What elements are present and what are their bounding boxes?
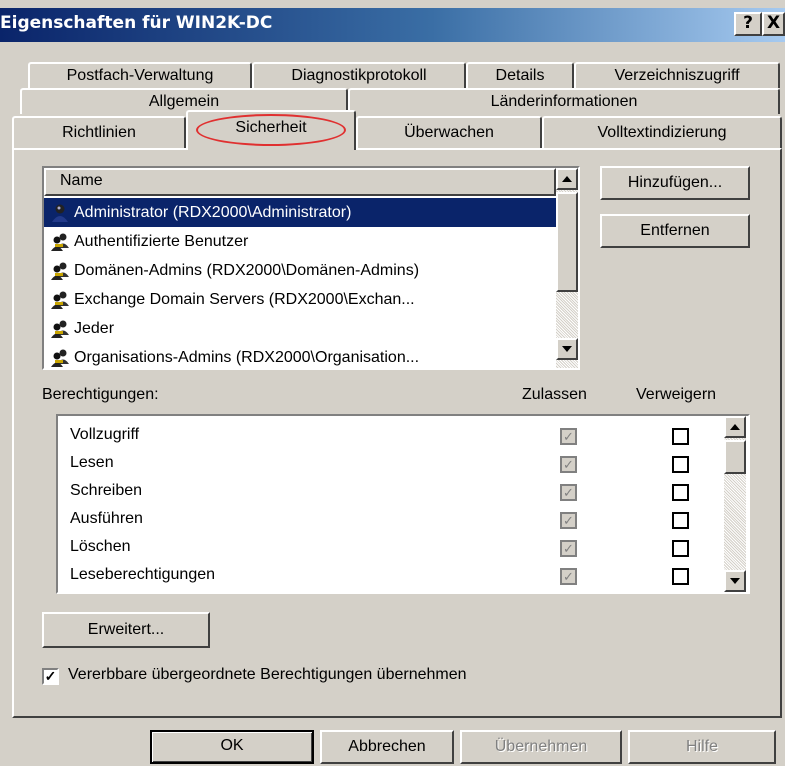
tab-details[interactable]: Details: [466, 62, 574, 88]
remove-button[interactable]: Entfernen: [600, 214, 750, 248]
deny-checkbox[interactable]: [672, 484, 689, 501]
user-name: Exchange Domain Servers (RDX2000\Exchan.…: [74, 291, 415, 308]
help-title-button[interactable]: ?: [734, 12, 762, 36]
allow-header: Zulassen: [522, 386, 587, 403]
tab-volltextindizierung[interactable]: Volltextindizierung: [542, 116, 782, 148]
scroll-down-button[interactable]: [556, 338, 578, 360]
allow-checkbox[interactable]: ✓: [560, 568, 577, 585]
permission-label: Löschen: [70, 538, 131, 555]
arrow-down-icon: [562, 346, 572, 352]
user-list-item[interactable]: Authentifizierte Benutzer: [44, 227, 556, 256]
allow-checkbox[interactable]: ✓: [560, 484, 577, 501]
user-listbox[interactable]: Name Administrator (RDX2000\Administrato…: [42, 166, 580, 370]
user-name: Administrator (RDX2000\Administrator): [74, 204, 352, 221]
user-name: Authentifizierte Benutzer: [74, 233, 249, 250]
user-icon: [50, 203, 70, 223]
deny-checkbox[interactable]: [672, 428, 689, 445]
group-icon: [50, 319, 70, 339]
permissions-scrollbar[interactable]: [724, 416, 746, 592]
tab-diagnostikprotokoll[interactable]: Diagnostikprotokoll: [252, 62, 466, 88]
tab-richtlinien[interactable]: Richtlinien: [12, 116, 186, 148]
permission-label: Vollzugriff: [70, 426, 140, 443]
tab-laenderinformationen[interactable]: Länderinformationen: [348, 88, 780, 114]
permission-label: Leseberechtigungen: [70, 566, 216, 583]
arrow-up-icon: [730, 424, 740, 430]
permission-label: Schreiben: [70, 482, 143, 499]
tab-ueberwachen[interactable]: Überwachen: [356, 116, 542, 148]
allow-checkbox[interactable]: ✓: [560, 456, 577, 473]
add-button[interactable]: Hinzufügen...: [600, 166, 750, 200]
permissions-list: Vollzugriff ✓ Lesen ✓ Schreiben ✓ Ausführen ✓ Lö…: [58, 422, 718, 592]
inherit-label: Vererbbare übergeordnete Berechtigungen …: [68, 666, 467, 683]
group-icon: [50, 290, 70, 310]
advanced-button[interactable]: Erweitert...: [42, 612, 210, 648]
group-icon: [50, 348, 70, 368]
close-title-button[interactable]: X: [762, 12, 785, 36]
permissions-listbox[interactable]: Vollzugriff ✓ Lesen ✓ Schreiben ✓ Ausführen ✓ Lö…: [56, 414, 750, 594]
user-name: Jeder: [74, 320, 115, 337]
deny-checkbox[interactable]: [672, 540, 689, 557]
tab-postfach-verwaltung[interactable]: Postfach-Verwaltung: [28, 62, 252, 88]
user-name: Organisations-Admins (RDX2000\Organisati…: [74, 349, 420, 366]
cancel-button[interactable]: Abbrechen: [320, 730, 454, 764]
permission-label: Lesen: [70, 454, 114, 471]
user-list-item[interactable]: Exchange Domain Servers (RDX2000\Exchan.…: [44, 285, 556, 314]
tab-sicherheit[interactable]: Sicherheit: [186, 110, 356, 150]
group-icon: [50, 232, 70, 252]
allow-checkbox[interactable]: ✓: [560, 512, 577, 529]
window-title: Eigenschaften für WIN2K-DC: [0, 13, 273, 33]
name-column-header[interactable]: Name: [44, 168, 556, 196]
deny-checkbox[interactable]: [672, 456, 689, 473]
deny-checkbox[interactable]: [672, 512, 689, 529]
deny-header: Verweigern: [636, 386, 717, 403]
group-icon: [50, 261, 70, 281]
user-list-scrollbar[interactable]: [556, 168, 578, 368]
inherit-checkbox[interactable]: ✓: [42, 668, 59, 685]
perm-scroll-thumb[interactable]: [724, 440, 746, 474]
permission-label: Ausführen: [70, 510, 143, 527]
apply-button[interactable]: Übernehmen: [460, 730, 622, 764]
user-list-item[interactable]: Organisations-Admins (RDX2000\Organisati…: [44, 343, 556, 368]
scroll-thumb[interactable]: [556, 192, 578, 292]
user-list-item[interactable]: Domänen-Admins (RDX2000\Domänen-Admins): [44, 256, 556, 285]
user-list-item[interactable]: Administrator (RDX2000\Administrator): [44, 198, 556, 227]
help-button[interactable]: Hilfe: [628, 730, 776, 764]
user-list-item[interactable]: Jeder: [44, 314, 556, 343]
deny-checkbox[interactable]: [672, 568, 689, 585]
arrow-down-icon: [730, 578, 740, 584]
allow-checkbox[interactable]: ✓: [560, 428, 577, 445]
perm-scroll-up-button[interactable]: [724, 416, 746, 438]
perm-scroll-down-button[interactable]: [724, 570, 746, 592]
scroll-up-button[interactable]: [556, 168, 578, 190]
arrow-up-icon: [562, 176, 572, 182]
ok-button[interactable]: OK: [150, 730, 314, 764]
user-list: Administrator (RDX2000\Administrator) Aut…: [44, 198, 556, 368]
user-name: Domänen-Admins (RDX2000\Domänen-Admins): [74, 262, 420, 279]
allow-checkbox[interactable]: ✓: [560, 540, 577, 557]
permissions-label: Berechtigungen:: [42, 386, 159, 403]
tab-verzeichniszugriff[interactable]: Verzeichniszugriff: [574, 62, 780, 88]
tab-sicherheit-label: Sicherheit: [235, 119, 307, 136]
